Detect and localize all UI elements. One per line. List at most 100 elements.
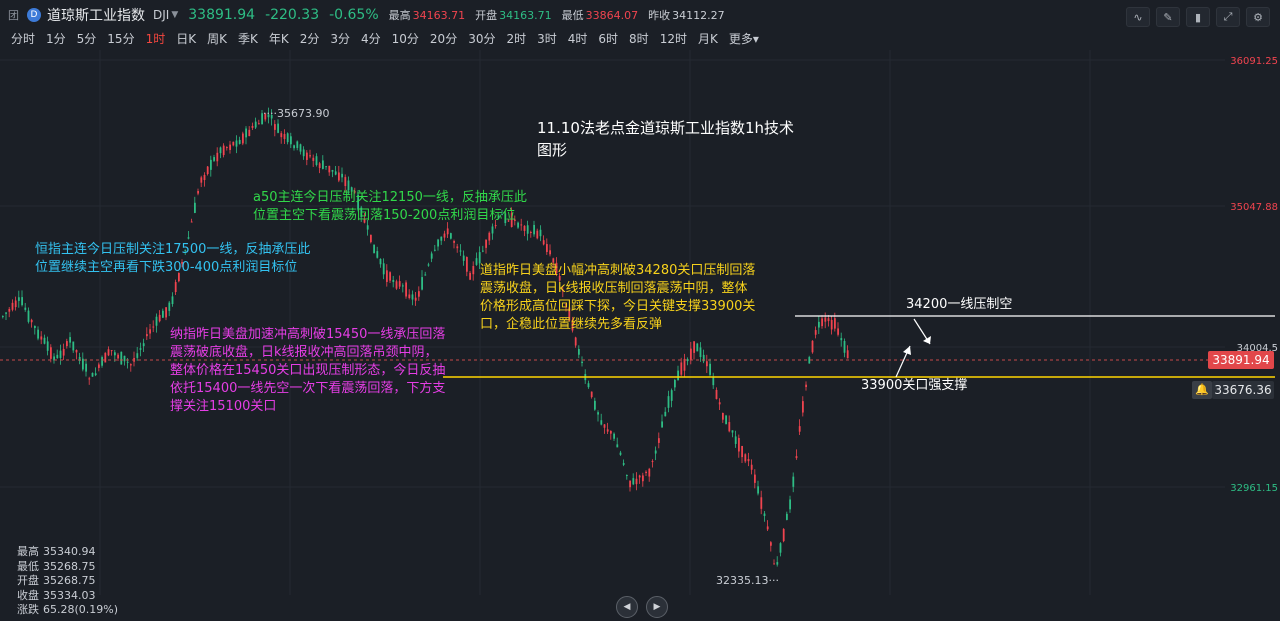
candle-body [466,257,468,272]
candle-body [219,147,222,154]
candle-body [530,231,532,233]
candle-body [158,314,161,322]
candle-body [149,329,151,334]
candle-body [398,281,401,287]
crosshair-stats: 最高 35340.94 最低 35268.75 开盘 35268.75 收盘 35334.03… [17,545,118,618]
candle-body [760,497,763,509]
candle-body [830,319,833,330]
note-line: 位置主空下看震荡回落150-200点利润目标位 [253,208,516,223]
scroll-left-button[interactable]: ◀ [616,596,638,618]
candle-body [789,499,791,510]
candle-body [123,355,126,362]
candle-body [421,277,423,290]
candle-body [536,230,539,239]
candle-body [203,174,206,181]
candle-body [235,140,238,147]
candle-body [840,338,843,341]
candle-body [309,155,311,157]
stat-label: 最高 [17,545,39,558]
candle-body [62,348,65,356]
bell-icon[interactable]: 🔔 [1192,381,1212,399]
candle-body [190,221,193,223]
candle-body [741,445,743,458]
candle-body [443,233,446,238]
title-line: 图形 [537,141,568,159]
candle-body [40,336,43,340]
stat-label: 最低 [17,559,39,573]
candle-body [251,125,254,128]
alert-price-badge: 33676.36 [1212,381,1274,399]
candle-body [622,463,625,465]
candle-body [24,307,27,310]
candle-body [757,486,759,494]
chart-title: 11.10法老点金道琼斯工业指数1h技术 图形 [537,117,794,161]
candle-body [306,152,308,160]
candle-body [670,390,673,401]
candle-body [30,319,33,323]
nasdaq-note: 纳指昨日美盘加速冲高刺破15450一线承压回落 震荡破底收盘，日k线报收冲高回落… [170,326,445,416]
candle-body [619,452,622,455]
candle-body [693,341,695,353]
stat-row: 收盘 35334.03 [17,589,118,604]
candle-body [437,239,439,247]
candle-body [66,341,68,347]
price-axis-label: 35047.88 [1230,202,1278,213]
candle-body [14,300,17,308]
candle-body [798,426,801,432]
candle-body [293,145,295,149]
candle-body [379,258,382,265]
high-marker-dots: ···· [263,107,277,120]
candle-body [85,363,87,372]
price-axis-label: 32961.15 [1230,483,1278,494]
candle-body [107,349,110,356]
low-marker: 32335.13 [716,574,769,587]
candle-body [818,321,820,328]
candle-body [677,370,679,381]
candle-body [802,401,804,413]
candle-body [709,363,711,375]
candle-body [722,412,724,420]
candle-body [162,310,164,318]
candle-body [72,341,75,351]
candle-body [715,389,718,399]
candle-body [430,253,433,259]
candle-body [450,233,452,239]
note-line: 撑关注15100关口 [170,399,277,414]
price-axis-label: 36091.25 [1230,56,1278,67]
dow-note: 道指昨日美盘小幅冲高刺破34280关口压制回落 震荡收盘，日k线报收压制回落震荡… [480,262,755,334]
candle-body [43,337,46,344]
current-price-badge: 33891.94 [1208,351,1274,369]
candle-body [2,316,4,318]
candle-body [395,281,398,289]
title-line: 11.10法老点金道琼斯工业指数1h技术 [537,119,794,137]
candle-body [101,357,103,366]
candle-body [491,226,494,234]
candle-body [392,280,395,282]
resistance-note: 34200一线压制空 [906,297,1013,312]
candle-body [590,391,593,398]
candle-body [526,225,529,234]
stat-row: 涨跌 65.28(0.19%) [17,603,118,618]
candle-body [418,291,420,297]
candle-body [130,364,132,366]
candle-body [475,258,478,265]
note-line: 价格形成高位回踩下探，今日关键支撑33900关 [480,299,756,314]
candle-body [542,240,545,245]
candle-body [254,121,257,128]
candle-body [248,129,251,137]
candle-body [696,343,699,352]
candle-body [200,177,203,183]
candle-body [482,250,484,252]
candle-body [386,270,388,282]
candle-body [341,173,343,178]
candle-body [75,350,78,353]
candle-body [315,156,318,165]
candle-body [120,351,123,365]
low-marker-dots: ···· [765,574,779,587]
candle-body [280,133,283,138]
candle-body [424,274,427,276]
candle-body [168,302,171,311]
scroll-right-button[interactable]: ▶ [646,596,668,618]
candle-body [712,376,715,386]
candle-body [766,526,769,530]
